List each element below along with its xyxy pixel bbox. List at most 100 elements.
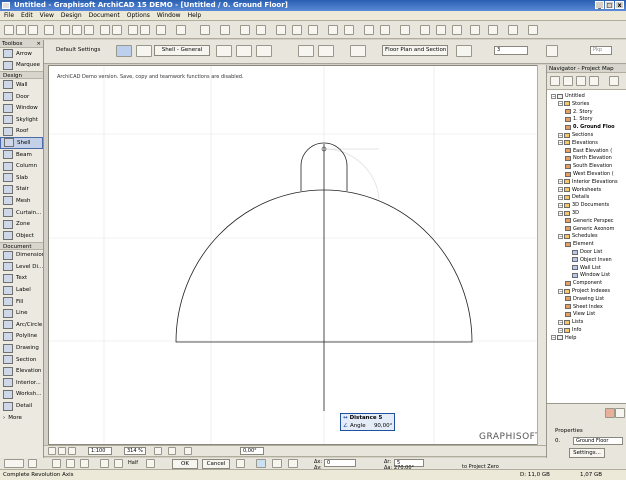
distance-value[interactable]: 5 bbox=[379, 414, 383, 422]
tool-door[interactable]: Door bbox=[0, 91, 43, 103]
floor-plan-canvas[interactable]: ArchiCAD Demo version. Save, copy and te… bbox=[48, 65, 546, 445]
dx-field[interactable]: 0 bbox=[324, 459, 356, 467]
project-map-icon[interactable] bbox=[550, 76, 560, 86]
half-label[interactable]: Half bbox=[128, 460, 138, 466]
ok-button[interactable]: OK bbox=[172, 459, 198, 469]
document-section-header[interactable]: Document bbox=[0, 241, 43, 250]
expand-toggle-icon[interactable]: − bbox=[558, 187, 563, 193]
tree-item[interactable]: − Worksheets bbox=[558, 186, 601, 194]
publisher-sets-icon[interactable] bbox=[589, 76, 599, 86]
tool-worksh[interactable]: Worksh... bbox=[0, 389, 43, 401]
close-button[interactable]: x bbox=[615, 1, 624, 9]
tree-item[interactable]: − Untitled bbox=[551, 92, 585, 100]
tool-label[interactable]: Label bbox=[0, 284, 43, 296]
tool-beam[interactable]: Beam bbox=[0, 149, 43, 161]
cursor-snap-icon[interactable] bbox=[272, 459, 282, 468]
tree-item[interactable]: − Details bbox=[558, 193, 589, 201]
tool-level-di[interactable]: Level Di... bbox=[0, 261, 43, 273]
angle-value[interactable]: 90,00° bbox=[374, 422, 393, 430]
layer-icon[interactable] bbox=[240, 25, 250, 35]
tree-item[interactable]: − Schedules bbox=[558, 232, 598, 240]
expand-toggle-icon[interactable]: − bbox=[558, 210, 563, 216]
tree-item[interactable]: Wall List bbox=[572, 264, 601, 272]
expand-toggle-icon[interactable]: − bbox=[558, 319, 563, 325]
tree-item[interactable]: − Help bbox=[551, 334, 576, 342]
shell-contour-icon[interactable] bbox=[298, 45, 314, 57]
special-snap-icon[interactable] bbox=[146, 459, 155, 468]
tool-curtain[interactable]: Curtain... bbox=[0, 207, 43, 219]
eye-icon[interactable] bbox=[136, 45, 152, 57]
tool-polyline[interactable]: Polyline bbox=[0, 331, 43, 343]
tree-item[interactable]: Element bbox=[565, 240, 594, 248]
layout-book-icon[interactable] bbox=[576, 76, 586, 86]
tree-item[interactable]: − Info bbox=[558, 326, 581, 334]
expand-toggle-icon[interactable]: − bbox=[558, 101, 563, 107]
menu-document[interactable]: Document bbox=[89, 12, 120, 19]
expand-toggle-icon[interactable]: − bbox=[558, 327, 563, 333]
tree-item[interactable]: 2. Story bbox=[565, 108, 593, 116]
tree-item[interactable]: West Elevation ( bbox=[565, 170, 614, 178]
tree-item[interactable]: Drawing List bbox=[565, 295, 604, 303]
paste-icon[interactable] bbox=[84, 25, 94, 35]
copy-icon[interactable] bbox=[72, 25, 82, 35]
expand-toggle-icon[interactable]: − bbox=[558, 202, 563, 208]
relative-construction-icon[interactable] bbox=[114, 459, 123, 468]
arrow-select-icon[interactable] bbox=[4, 459, 24, 468]
expand-toggle-icon[interactable]: − bbox=[558, 233, 563, 239]
layer-settings-icon[interactable] bbox=[456, 45, 472, 57]
tool-window[interactable]: Window bbox=[0, 102, 43, 114]
expand-toggle-icon[interactable]: − bbox=[558, 140, 563, 146]
undo-zoom-icon[interactable] bbox=[48, 447, 56, 455]
cut-icon[interactable] bbox=[60, 25, 70, 35]
guide-line-icon[interactable] bbox=[200, 25, 210, 35]
model-view-icon[interactable] bbox=[184, 447, 192, 455]
undo-icon[interactable] bbox=[100, 25, 110, 35]
tree-item[interactable]: East Elevation ( bbox=[565, 147, 612, 155]
shell-hole-icon[interactable] bbox=[318, 45, 334, 57]
tool-zone[interactable]: Zone bbox=[0, 218, 43, 230]
shell-method-dropdown[interactable]: Shell - General bbox=[154, 45, 210, 56]
tool-object[interactable]: Object bbox=[0, 230, 43, 242]
scale-field[interactable]: 1:100 bbox=[88, 447, 112, 455]
user-origin-icon[interactable] bbox=[288, 459, 298, 468]
suspend-groups-icon[interactable] bbox=[292, 25, 302, 35]
perpendicular-icon[interactable] bbox=[80, 459, 89, 468]
tree-item[interactable]: North Elevation bbox=[565, 154, 612, 162]
settings-button[interactable]: Settings... bbox=[569, 448, 605, 458]
revolved-shell-icon[interactable] bbox=[236, 45, 252, 57]
orbit-icon[interactable] bbox=[488, 25, 498, 35]
menu-edit[interactable]: Edit bbox=[21, 12, 33, 19]
tool-roof[interactable]: Roof bbox=[0, 126, 43, 138]
expand-toggle-icon[interactable]: − bbox=[558, 288, 563, 294]
zoom-out-icon[interactable] bbox=[436, 25, 446, 35]
zoom-in-icon[interactable] bbox=[420, 25, 430, 35]
delete-icon[interactable] bbox=[605, 408, 615, 418]
navigator-options-icon[interactable] bbox=[609, 76, 619, 86]
lock-icon[interactable] bbox=[308, 25, 318, 35]
redo-icon[interactable] bbox=[112, 25, 122, 35]
tree-item[interactable]: Door List bbox=[572, 248, 602, 256]
tool-wall[interactable]: Wall bbox=[0, 79, 43, 91]
expand-toggle-icon[interactable]: − bbox=[558, 132, 563, 138]
vertical-scrollbar[interactable] bbox=[537, 65, 546, 445]
section-window-icon[interactable] bbox=[380, 25, 390, 35]
tool-shell[interactable]: Shell bbox=[0, 137, 43, 149]
magic-wand-icon[interactable] bbox=[156, 25, 166, 35]
maximize-button[interactable]: □ bbox=[605, 1, 614, 9]
menu-design[interactable]: Design bbox=[61, 12, 82, 19]
view-map-icon[interactable] bbox=[563, 76, 573, 86]
close-icon[interactable]: × bbox=[36, 40, 41, 48]
tool-detail[interactable]: Detail bbox=[0, 400, 43, 412]
tool-slab[interactable]: Slab bbox=[0, 172, 43, 184]
magnet-icon[interactable] bbox=[100, 459, 109, 468]
tree-item[interactable]: Window List bbox=[572, 271, 610, 279]
menu-view[interactable]: View bbox=[40, 12, 54, 19]
tree-item[interactable]: 1. Story bbox=[565, 115, 593, 123]
tree-item[interactable]: Generic Perspec bbox=[565, 217, 614, 225]
gravity-icon[interactable] bbox=[176, 25, 186, 35]
tree-item[interactable]: − Interior Elevations bbox=[558, 178, 618, 186]
tool-skylight[interactable]: Skylight bbox=[0, 114, 43, 126]
tool-stair[interactable]: Stair bbox=[0, 184, 43, 196]
3d-window-icon[interactable] bbox=[364, 25, 374, 35]
tool-elevation[interactable]: Elevation bbox=[0, 365, 43, 377]
